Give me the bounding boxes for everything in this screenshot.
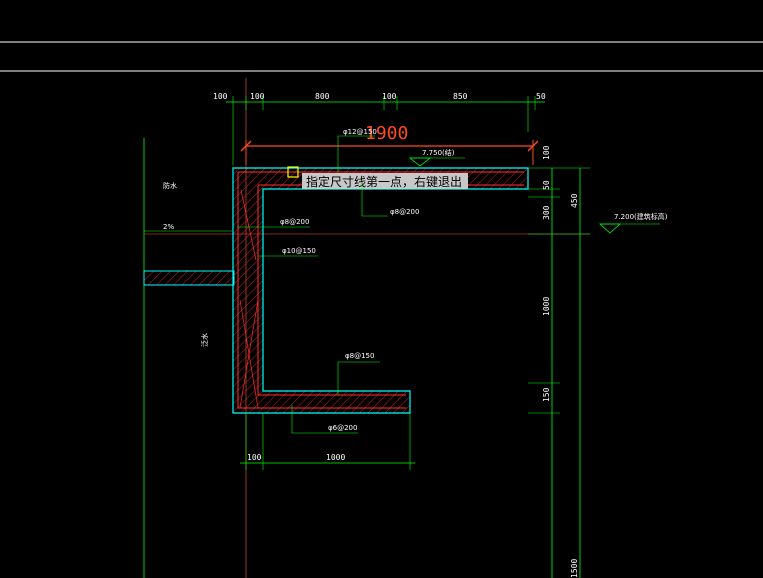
command-tooltip: 指定尺寸线第一点，右键退出: [302, 173, 468, 189]
rebar-label-bottom-dist: φ6@200: [328, 424, 357, 432]
right-dim-1000: 1000: [542, 297, 551, 316]
slope-label: 2%: [163, 223, 174, 231]
command-tooltip-text: 指定尺寸线第一点，右键退出: [306, 174, 462, 189]
concrete-section[interactable]: [232, 167, 529, 414]
right-dim-1500: 1500: [570, 559, 579, 578]
left-note-wall: 泛水: [200, 333, 209, 347]
right-dim-50: 50: [542, 180, 551, 190]
top-dim-text-3: 800: [315, 92, 330, 101]
elevation-marker-top: [408, 157, 432, 167]
cad-drawing-canvas[interactable]: 2% 防水 泛水 100 100 800 100 850 50 1900 φ12…: [0, 0, 763, 578]
rebar-cage: [237, 171, 524, 409]
rebar-label-wall-dist: φ8@200: [280, 218, 309, 226]
top-dim-text-2: 100: [250, 92, 265, 101]
right-dim-300: 300: [542, 205, 551, 220]
top-dim-text-1: 100: [213, 92, 228, 101]
bottom-dim-text-2: 1000: [326, 453, 345, 462]
elevation-top-label: 7.750(结): [422, 148, 455, 157]
top-dim-text-5: 850: [453, 92, 468, 101]
top-dim-text-6: 50: [536, 92, 546, 101]
rebar-leader-bottom: [337, 361, 380, 395]
bottom-dim-text-1: 100: [247, 453, 262, 462]
elevation-right-label: 7.200(建筑标高): [614, 212, 668, 221]
left-note-upper: 防水: [163, 181, 177, 190]
rebar-label-slab-dist: φ8@200: [390, 208, 419, 216]
top-dim-text-4: 100: [382, 92, 397, 101]
left-slab-stub: [143, 270, 235, 286]
rebar-label-top-slab: φ12@150: [343, 128, 377, 136]
rebar-label-bottom-slab: φ8@150: [345, 352, 374, 360]
right-dim-150: 150: [542, 387, 551, 402]
right-dim-top: 100: [542, 145, 551, 160]
rebar-label-wall-main: φ10@150: [282, 247, 316, 255]
right-dim-450: 450: [570, 193, 579, 208]
elevation-marker-right: [598, 223, 622, 234]
